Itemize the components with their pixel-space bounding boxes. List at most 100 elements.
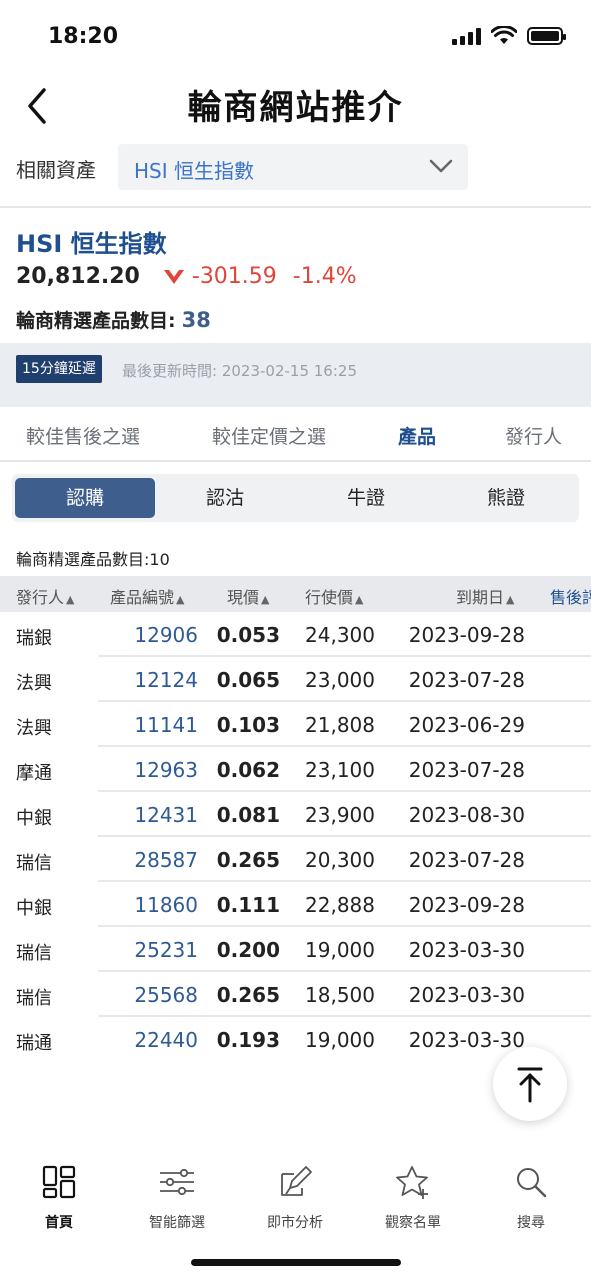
- cell-code[interactable]: 12963: [134, 758, 198, 782]
- cell-strike: 22,888: [305, 893, 375, 917]
- asset-name: HSI 恒生指數: [16, 230, 167, 258]
- cell-price: 0.081: [216, 803, 280, 827]
- cell-code[interactable]: 22440: [134, 1028, 198, 1052]
- analysis-pen-icon: [281, 1166, 312, 1196]
- cell-price: 0.265: [216, 848, 280, 872]
- sort-triangle-icon: ▲: [355, 593, 364, 606]
- tab-products[interactable]: 產品: [398, 422, 436, 449]
- cell-code[interactable]: 12431: [134, 803, 198, 827]
- table-row[interactable]: 法興 12124 0.065 23,000 2023-07-28: [0, 657, 591, 702]
- cell-price: 0.265: [216, 983, 280, 1007]
- cell-expiry: 2023-03-30: [408, 1028, 525, 1052]
- nav-home[interactable]: 首頁: [0, 1164, 118, 1232]
- status-bar: 18:20: [0, 0, 591, 72]
- nav-watchlist-label: 觀察名單: [385, 1215, 441, 1231]
- table-row[interactable]: 瑞銀 12906 0.053 24,300 2023-09-28: [0, 612, 591, 657]
- table-row[interactable]: 中銀 11860 0.111 22,888 2023-09-28: [0, 882, 591, 927]
- cell-issuer: 瑞信: [16, 943, 52, 964]
- tab-best-after-sales[interactable]: 較佳售後之選: [26, 422, 140, 449]
- divider: [0, 206, 591, 208]
- nav-home-label: 首頁: [45, 1215, 73, 1231]
- table-row[interactable]: 法興 11141 0.103 21,808 2023-06-29: [0, 702, 591, 747]
- page-title: 輪商網站推介: [187, 88, 404, 128]
- cell-issuer: 法興: [16, 718, 52, 739]
- nav-watchlist[interactable]: 觀察名單: [354, 1164, 472, 1232]
- product-table: 瑞銀 12906 0.053 24,300 2023-09-28 法興 1212…: [0, 612, 591, 1062]
- cell-price: 0.200: [216, 938, 280, 962]
- table-row[interactable]: 瑞信 28587 0.265 20,300 2023-07-28: [0, 837, 591, 882]
- home-grid-icon: [42, 1165, 76, 1199]
- cell-issuer: 中銀: [16, 898, 52, 919]
- table-row[interactable]: 瑞信 25568 0.265 18,500 2023-03-30: [0, 972, 591, 1017]
- star-add-icon: [396, 1166, 428, 1199]
- cell-code[interactable]: 12906: [134, 623, 198, 647]
- price-row: 20,812.20 -301.59 -1.4%: [16, 264, 357, 289]
- cell-expiry: 2023-06-29: [408, 713, 525, 737]
- cell-strike: 23,900: [305, 803, 375, 827]
- asset-dropdown[interactable]: HSI 恒生指數: [118, 144, 468, 190]
- cell-code[interactable]: 25231: [134, 938, 198, 962]
- cell-code[interactable]: 11141: [134, 713, 198, 737]
- price-change-percent: -1.4%: [292, 264, 357, 289]
- cell-strike: 18,500: [305, 983, 375, 1007]
- cell-strike: 21,808: [305, 713, 375, 737]
- cell-strike: 23,100: [305, 758, 375, 782]
- column-header-issuer[interactable]: 發行人 ▲: [16, 584, 74, 608]
- cell-issuer: 法興: [16, 673, 52, 694]
- delay-info-bar: 15分鐘延遲 最後更新時間: 2023-02-15 16:25: [0, 343, 591, 407]
- table-row[interactable]: 瑞信 25231 0.200 19,000 2023-03-30: [0, 927, 591, 972]
- cell-code[interactable]: 11860: [134, 893, 198, 917]
- column-header-price[interactable]: 現價 ▲: [227, 584, 269, 608]
- tab-issuers[interactable]: 發行人: [505, 422, 562, 449]
- cell-code[interactable]: 12124: [134, 668, 198, 692]
- status-time: 18:20: [48, 24, 119, 49]
- nav-search[interactable]: 搜尋: [472, 1164, 590, 1232]
- filter-sliders-icon: [160, 1168, 194, 1196]
- table-row[interactable]: 中銀 12431 0.081 23,900 2023-08-30: [0, 792, 591, 837]
- column-header-expiry[interactable]: 到期日 ▲: [456, 584, 514, 608]
- nav-smart-filter[interactable]: 智能篩選: [118, 1164, 236, 1232]
- column-header-after-sales[interactable]: 售後評: [550, 584, 591, 608]
- cell-strike: 24,300: [305, 623, 375, 647]
- scroll-to-top-button[interactable]: [493, 1047, 567, 1121]
- cell-expiry: 2023-07-28: [408, 758, 525, 782]
- search-icon: [517, 1168, 547, 1198]
- main-tabs: 較佳售後之選 較佳定價之選 產品 發行人: [0, 408, 591, 462]
- asset-price: 20,812.20: [16, 264, 140, 289]
- cell-issuer: 瑞信: [16, 853, 52, 874]
- cell-strike: 20,300: [305, 848, 375, 872]
- list-product-count: 輪商精選產品數目:10: [16, 550, 170, 569]
- arrow-up-to-top-icon: [517, 1067, 543, 1103]
- cellular-signal-icon: [452, 27, 481, 45]
- subtab-bull[interactable]: 牛證: [296, 478, 436, 518]
- sort-triangle-icon: ▲: [66, 593, 75, 606]
- tab-best-pricing[interactable]: 較佳定價之選: [212, 422, 326, 449]
- nav-smart-filter-label: 智能篩選: [149, 1215, 205, 1231]
- subtab-call[interactable]: 認購: [15, 478, 155, 518]
- subtab-bear[interactable]: 熊證: [436, 478, 576, 518]
- cell-expiry: 2023-03-30: [408, 938, 525, 962]
- nav-bar: 輪商網站推介: [0, 72, 591, 138]
- cell-code[interactable]: 25568: [134, 983, 198, 1007]
- asset-selector-row: 相關資產 HSI 恒生指數: [0, 144, 591, 192]
- subtab-put[interactable]: 認沽: [155, 478, 295, 518]
- column-header-strike[interactable]: 行使價 ▲: [305, 584, 363, 608]
- cell-code[interactable]: 28587: [134, 848, 198, 872]
- wifi-icon: [491, 26, 517, 44]
- delay-badge: 15分鐘延遲: [16, 355, 102, 383]
- sort-triangle-icon: ▲: [261, 593, 270, 606]
- battery-icon: [527, 27, 566, 45]
- cell-price: 0.053: [216, 623, 280, 647]
- table-row[interactable]: 摩通 12963 0.062 23,100 2023-07-28: [0, 747, 591, 792]
- column-header-code[interactable]: 產品編號 ▲: [110, 584, 184, 608]
- down-arrow-icon: [163, 269, 184, 284]
- table-row[interactable]: 瑞通 22440 0.193 19,000 2023-03-30: [0, 1017, 591, 1062]
- price-change: -301.59: [191, 264, 277, 289]
- cell-price: 0.065: [216, 668, 280, 692]
- cell-price: 0.111: [216, 893, 280, 917]
- count-label: 輪商精選產品數目:: [16, 310, 176, 332]
- asset-dropdown-value: HSI 恒生指數: [134, 159, 254, 183]
- asset-selector-label: 相關資產: [16, 158, 96, 182]
- cell-expiry: 2023-03-30: [408, 983, 525, 1007]
- nav-market-analysis[interactable]: 即市分析: [236, 1164, 354, 1232]
